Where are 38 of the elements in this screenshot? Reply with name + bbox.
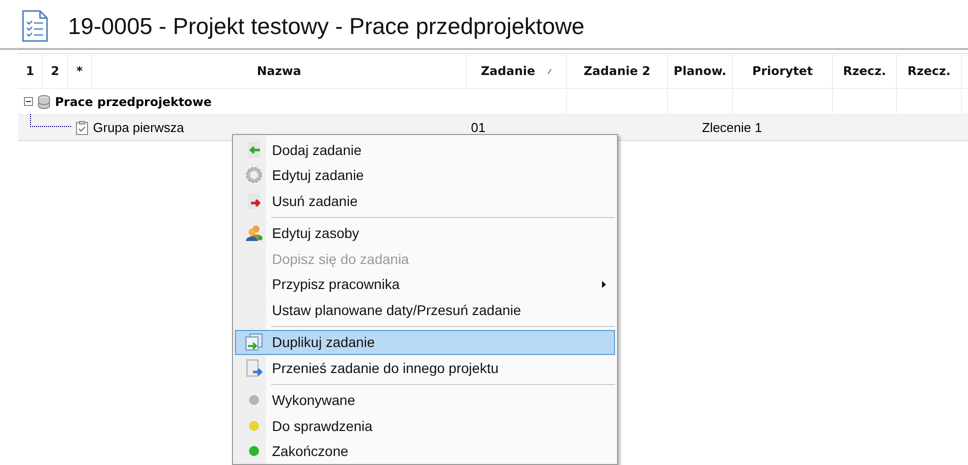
menu-item[interactable]: Usuń zadanie [235, 188, 615, 214]
column-header[interactable]: Rzecz. [833, 54, 897, 88]
column-header[interactable]: 2 [43, 54, 68, 88]
column-header[interactable]: Priorytet [733, 54, 833, 88]
database-icon [38, 94, 50, 108]
tree-line [30, 114, 71, 127]
column-header[interactable]: * [68, 54, 92, 88]
menu-item[interactable]: Dodaj zadanie [235, 137, 615, 162]
column-header[interactable]: Nazwa [92, 54, 467, 88]
collapse-toggle[interactable] [24, 97, 33, 106]
column-header[interactable]: Zadanie [467, 54, 567, 88]
column-header[interactable]: 1 [18, 54, 43, 88]
remove-page-icon [245, 192, 263, 210]
duplicate-icon [245, 333, 263, 352]
group-name: Prace przedprojektowe [55, 94, 212, 108]
menu-item[interactable]: Zakończone [235, 438, 615, 464]
column-header[interactable]: Rzecz. [897, 54, 962, 88]
column-header[interactable]: Zadanie 2 [567, 54, 668, 88]
column-header[interactable]: Planow. [668, 54, 733, 88]
table-cell-text: 01 [470, 120, 486, 135]
menu-item[interactable]: Ustaw planowane daty/Przesuń zadanie [235, 297, 615, 322]
menu-item[interactable]: Przypisz pracownika [235, 272, 615, 297]
checklist-icon [22, 10, 48, 42]
clipboard-check-icon [76, 120, 88, 134]
menu-item[interactable]: Duplikuj zadanie [235, 330, 615, 355]
settings-icon [245, 166, 263, 184]
users-icon [245, 224, 263, 242]
add-page-icon [245, 140, 263, 159]
menu-item[interactable]: Edytuj zasoby [235, 220, 615, 246]
menu-item[interactable]: Do sprawdzenia [235, 413, 615, 438]
menu-item[interactable]: Wykonywane [235, 388, 615, 413]
sort-icon [547, 68, 552, 74]
menu-item[interactable]: Przenieś zadanie do innego projektu [235, 355, 615, 380]
menu-item[interactable]: Edytuj zadanie [235, 162, 615, 188]
task-name: Grupa pierwsza [93, 120, 184, 135]
page-title: 19-0005 - Projekt testowy - Prace przedprojektowe [68, 12, 584, 40]
move-page-icon [245, 358, 263, 377]
table-cell-text: Zlecenie 1 [701, 120, 763, 135]
